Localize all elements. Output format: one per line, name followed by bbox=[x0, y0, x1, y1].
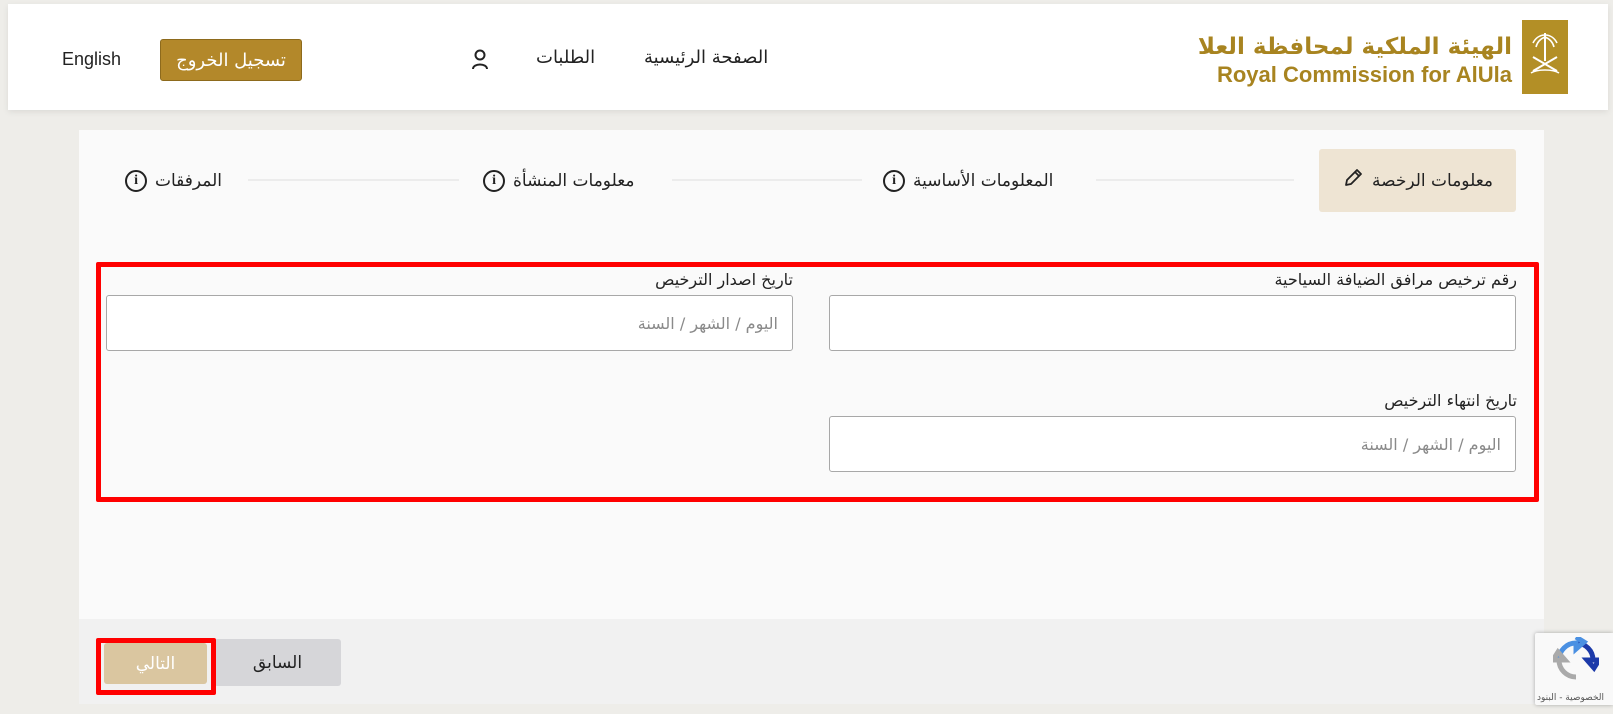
recaptcha-icon bbox=[1548, 634, 1604, 687]
nav-home-link[interactable]: الصفحة الرئيسية bbox=[644, 47, 768, 68]
step-attachments-label: المرفقات bbox=[155, 171, 223, 191]
pencil-icon bbox=[1342, 167, 1364, 194]
step-basic-info[interactable]: المعلومات الأساسية i bbox=[883, 166, 1053, 196]
user-icon[interactable] bbox=[470, 48, 490, 72]
top-header: الهيئة الملكية لمحافظة العلا Royal Commi… bbox=[8, 4, 1608, 110]
step-basic-info-label: المعلومات الأساسية bbox=[913, 171, 1054, 191]
user-name bbox=[340, 48, 462, 76]
info-icon: i bbox=[883, 170, 905, 192]
step-license-info[interactable]: معلومات الرخصة bbox=[1319, 149, 1516, 212]
info-icon: i bbox=[483, 170, 505, 192]
logo-text[interactable]: الهيئة الملكية لمحافظة العلا Royal Commi… bbox=[1198, 32, 1512, 88]
step-facility-info[interactable]: معلومات المنشأة i bbox=[483, 166, 635, 196]
info-icon: i bbox=[125, 170, 147, 192]
logo-text-english: Royal Commission for AlUla bbox=[1216, 62, 1512, 87]
logout-button[interactable]: تسجيل الخروج bbox=[160, 39, 302, 81]
step-license-info-label: معلومات الرخصة bbox=[1371, 170, 1494, 191]
nav-requests-link[interactable]: الطلبات bbox=[536, 47, 595, 68]
language-toggle-link[interactable]: English bbox=[62, 49, 121, 70]
highlight-next-button bbox=[96, 638, 216, 695]
step-connector bbox=[1096, 179, 1294, 181]
step-attachments[interactable]: المرفقات i bbox=[125, 166, 222, 196]
recaptcha-privacy-terms[interactable]: الخصوصية - البنود bbox=[1537, 693, 1604, 703]
step-facility-info-label: معلومات المنشأة bbox=[513, 171, 635, 191]
logo-text-arabic: الهيئة الملكية لمحافظة العلا bbox=[1197, 34, 1512, 60]
step-connector bbox=[248, 179, 459, 181]
logo-emblem-icon bbox=[1522, 20, 1568, 94]
highlight-form-fields bbox=[96, 262, 1539, 502]
previous-button[interactable]: السابق bbox=[214, 639, 341, 686]
step-connector bbox=[672, 179, 862, 181]
recaptcha-badge[interactable]: الخصوصية - البنود bbox=[1535, 633, 1613, 705]
